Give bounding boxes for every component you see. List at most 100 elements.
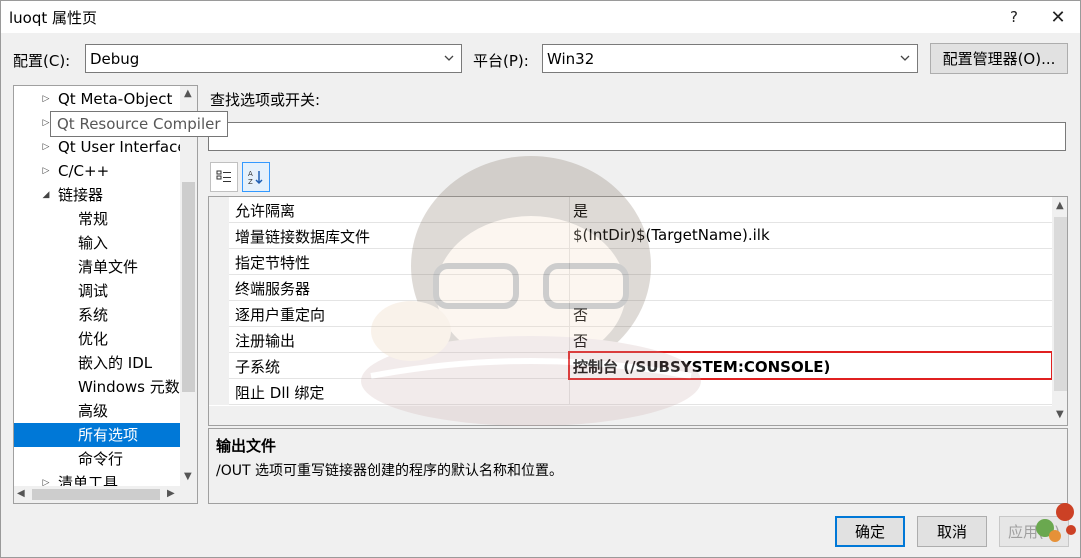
expand-arrow-icon[interactable]: ▷ xyxy=(41,87,51,111)
row-gutter xyxy=(209,275,229,301)
property-name: 允许隔离 xyxy=(235,202,296,220)
property-name: 终端服务器 xyxy=(235,280,311,298)
row-gutter xyxy=(209,223,229,249)
column-divider[interactable] xyxy=(569,275,570,301)
property-row[interactable]: 终端服务器 xyxy=(209,275,1052,301)
row-gutter xyxy=(209,249,229,275)
ok-button[interactable]: 确定 xyxy=(835,516,905,547)
tree-vertical-scrollbar[interactable]: ▲ ▼ xyxy=(180,86,197,486)
property-name: 阻止 Dll 绑定 xyxy=(235,384,325,402)
tree-item-label: Qt User Interface xyxy=(58,138,187,156)
tree-item-label: 常规 xyxy=(78,210,109,228)
tree-hscroll-thumb[interactable] xyxy=(32,489,160,500)
chevron-down-icon xyxy=(444,55,454,61)
tree-item[interactable]: ◢ 链接器 xyxy=(14,183,180,207)
description-panel: 输出文件 /OUT 选项可重写链接器创建的程序的默认名称和位置。 xyxy=(208,428,1068,504)
window-title: luoqt 属性页 xyxy=(9,9,98,27)
collapse-arrow-icon[interactable]: ◢ xyxy=(41,183,51,207)
property-row[interactable]: 阻止 Dll 绑定 xyxy=(209,379,1052,405)
configuration-manager-button[interactable]: 配置管理器(O)... xyxy=(930,43,1068,74)
tree-item[interactable]: 输入 xyxy=(14,231,180,255)
property-name: 注册输出 xyxy=(235,332,296,350)
close-button[interactable]: ✕ xyxy=(1035,1,1081,33)
scroll-left-icon[interactable]: ◀ xyxy=(17,488,25,499)
tree-item-tooltip: Qt Resource Compiler xyxy=(50,111,228,137)
property-value[interactable]: 否 xyxy=(573,330,588,351)
tree-item[interactable]: 高级 xyxy=(14,399,180,423)
tree-item[interactable]: ▷ Qt User Interface xyxy=(14,135,187,159)
column-divider[interactable] xyxy=(569,379,570,405)
config-label: 配置(C): xyxy=(13,52,71,70)
tree-horizontal-scrollbar[interactable]: ◀ ▶ xyxy=(14,486,197,503)
tree-scroll-thumb[interactable] xyxy=(182,182,195,392)
cancel-button[interactable]: 取消 xyxy=(917,516,987,547)
platform-label: 平台(P): xyxy=(473,52,529,70)
property-row[interactable]: 注册输出 否 xyxy=(209,327,1052,353)
tree-item[interactable]: ▷ Qt Meta-Object xyxy=(14,87,180,111)
property-name: 子系统 xyxy=(235,358,281,376)
highlight-box xyxy=(568,351,1053,380)
scroll-down-icon[interactable]: ▼ xyxy=(184,471,192,482)
property-name: 指定节特性 xyxy=(235,254,311,272)
column-divider[interactable] xyxy=(569,197,570,223)
title-bar: luoqt 属性页 ? ✕ xyxy=(1,1,1080,33)
property-row[interactable]: 允许隔离 是 xyxy=(209,197,1052,223)
categorized-view-button[interactable] xyxy=(210,162,238,192)
svg-text:A: A xyxy=(248,170,253,178)
tree-item-label: 调试 xyxy=(78,282,109,300)
scroll-up-icon[interactable]: ▲ xyxy=(184,88,192,99)
property-row[interactable]: 逐用户重定向 否 xyxy=(209,301,1052,327)
description-text: /OUT 选项可重写链接器创建的程序的默认名称和位置。 xyxy=(216,463,563,479)
tree-item[interactable]: 系统 xyxy=(14,303,180,327)
property-value[interactable]: 是 xyxy=(573,200,588,221)
category-tree[interactable]: ▷Qt Meta-Object▷Qt Resource Compiler▷Qt … xyxy=(13,85,198,504)
tree-item[interactable]: 所有选项 xyxy=(14,423,180,447)
column-divider[interactable] xyxy=(569,301,570,327)
tree-item[interactable]: 命令行 xyxy=(14,447,180,471)
property-grid[interactable]: 允许隔离 是增量链接数据库文件 $(IntDir)$(TargetName).ilk… xyxy=(208,196,1068,426)
property-value[interactable]: $(IntDir)$(TargetName).ilk xyxy=(573,226,770,244)
chevron-down-icon xyxy=(900,55,910,61)
tree-item[interactable]: 调试 xyxy=(14,279,180,303)
search-input[interactable] xyxy=(208,122,1066,151)
tree-item[interactable]: ▷ C/C++ xyxy=(14,159,180,183)
grid-horizontal-scrollbar[interactable] xyxy=(209,406,1052,425)
tree-item[interactable]: 嵌入的 IDL xyxy=(14,351,180,375)
property-value[interactable]: 否 xyxy=(573,304,588,325)
categorized-list-icon xyxy=(216,170,231,182)
tree-item-label: 高级 xyxy=(78,402,109,420)
row-gutter xyxy=(209,301,229,327)
column-divider[interactable] xyxy=(569,327,570,353)
property-name: 增量链接数据库文件 xyxy=(235,228,371,246)
help-button[interactable]: ? xyxy=(991,1,1037,33)
platform-select[interactable]: Win32 xyxy=(542,44,918,73)
svg-text:Z: Z xyxy=(248,178,253,186)
tree-item-label: C/C++ xyxy=(58,162,110,180)
tree-item-label: 系统 xyxy=(78,306,109,324)
column-divider[interactable] xyxy=(569,223,570,249)
tree-item-label: 清单文件 xyxy=(78,258,139,276)
tree-item[interactable]: Windows 元数据 xyxy=(14,375,195,399)
tree-item[interactable]: 常规 xyxy=(14,207,180,231)
config-select[interactable]: Debug xyxy=(85,44,462,73)
column-divider[interactable] xyxy=(569,249,570,275)
tree-item-label: 嵌入的 IDL xyxy=(78,354,153,372)
tree-item[interactable]: 清单文件 xyxy=(14,255,180,279)
grid-vertical-scrollbar[interactable]: ▲ ▼ xyxy=(1052,197,1067,425)
expand-arrow-icon[interactable]: ▷ xyxy=(41,135,51,159)
search-label: 查找选项或开关: xyxy=(210,91,321,109)
property-row[interactable]: 增量链接数据库文件 $(IntDir)$(TargetName).ilk xyxy=(209,223,1052,249)
property-row[interactable]: 指定节特性 xyxy=(209,249,1052,275)
scroll-down-icon[interactable]: ▼ xyxy=(1056,409,1064,420)
scroll-up-icon[interactable]: ▲ xyxy=(1056,200,1064,211)
tree-item-label: 优化 xyxy=(78,330,109,348)
grid-scroll-thumb[interactable] xyxy=(1054,217,1067,391)
property-pages-window: luoqt 属性页 ? ✕ 配置(C): Debug 平台(P): Win32 … xyxy=(0,0,1081,558)
alphabetical-sort-button[interactable]: A Z xyxy=(242,162,270,192)
row-gutter xyxy=(209,197,229,223)
tree-item[interactable]: 优化 xyxy=(14,327,180,351)
scroll-right-icon[interactable]: ▶ xyxy=(167,488,175,499)
config-select-value: Debug xyxy=(90,50,140,68)
expand-arrow-icon[interactable]: ▷ xyxy=(41,159,51,183)
row-gutter xyxy=(209,353,229,379)
